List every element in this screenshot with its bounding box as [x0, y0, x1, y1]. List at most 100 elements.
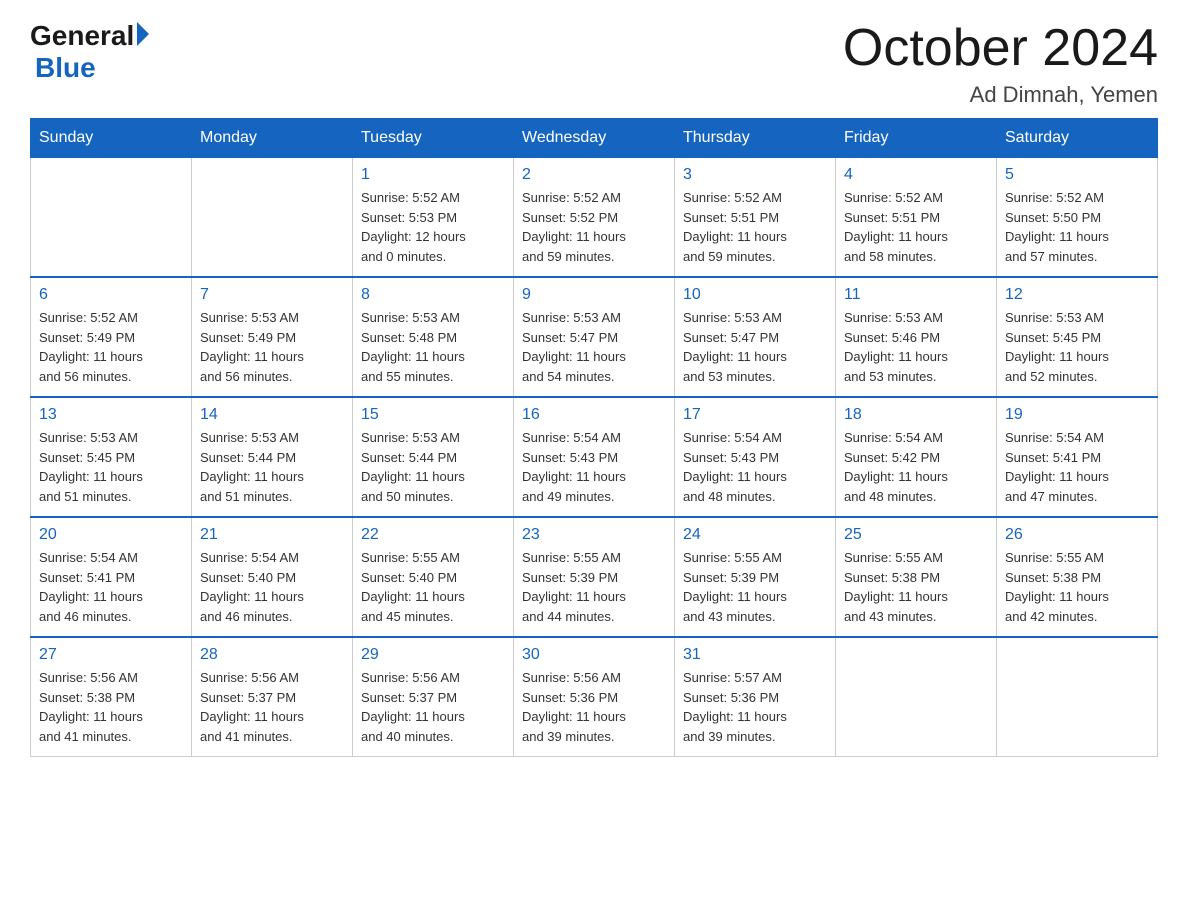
- day-info: Sunrise: 5:52 AMSunset: 5:51 PMDaylight:…: [844, 188, 988, 266]
- day-info: Sunrise: 5:52 AMSunset: 5:50 PMDaylight:…: [1005, 188, 1149, 266]
- calendar-cell: [997, 637, 1158, 757]
- day-number: 19: [1005, 406, 1149, 424]
- calendar-cell: 8 Sunrise: 5:53 AMSunset: 5:48 PMDaylight…: [353, 277, 514, 397]
- day-number: 2: [522, 166, 666, 184]
- day-number: 13: [39, 406, 183, 424]
- day-number: 6: [39, 286, 183, 304]
- day-info: Sunrise: 5:55 AMSunset: 5:39 PMDaylight:…: [683, 548, 827, 626]
- calendar-cell: 2 Sunrise: 5:52 AMSunset: 5:52 PMDaylight…: [514, 158, 675, 278]
- calendar-cell: 30 Sunrise: 5:56 AMSunset: 5:36 PMDayligh…: [514, 637, 675, 757]
- calendar-cell: [836, 637, 997, 757]
- day-number: 11: [844, 286, 988, 304]
- calendar-cell: 7Sunrise: 5:53 AMSunset: 5:49 PMDaylight…: [192, 277, 353, 397]
- weekday-header-wednesday: Wednesday: [514, 119, 675, 158]
- calendar-cell: 18 Sunrise: 5:54 AMSunset: 5:42 PMDayligh…: [836, 397, 997, 517]
- calendar-cell: 22 Sunrise: 5:55 AMSunset: 5:40 PMDayligh…: [353, 517, 514, 637]
- calendar-cell: 14 Sunrise: 5:53 AMSunset: 5:44 PMDayligh…: [192, 397, 353, 517]
- day-number: 5: [1005, 166, 1149, 184]
- day-number: 12: [1005, 286, 1149, 304]
- calendar-cell: 28 Sunrise: 5:56 AMSunset: 5:37 PMDayligh…: [192, 637, 353, 757]
- day-number: 24: [683, 526, 827, 544]
- day-info: Sunrise: 5:55 AMSunset: 5:39 PMDaylight:…: [522, 548, 666, 626]
- calendar-cell: 21 Sunrise: 5:54 AMSunset: 5:40 PMDayligh…: [192, 517, 353, 637]
- day-number: 7: [200, 286, 344, 304]
- day-info: Sunrise: 5:56 AMSunset: 5:36 PMDaylight:…: [522, 668, 666, 746]
- weekday-header-tuesday: Tuesday: [353, 119, 514, 158]
- day-info: Sunrise: 5:53 AMSunset: 5:48 PMDaylight:…: [361, 308, 505, 386]
- day-number: 9: [522, 286, 666, 304]
- calendar-cell: 5 Sunrise: 5:52 AMSunset: 5:50 PMDaylight…: [997, 158, 1158, 278]
- page-header: General Blue October 2024 Ad Dimnah, Yem…: [30, 20, 1158, 108]
- calendar-cell: [31, 158, 192, 278]
- day-info: Sunrise: 5:53 AMSunset: 5:47 PMDaylight:…: [683, 308, 827, 386]
- day-info: Sunrise: 5:54 AMSunset: 5:42 PMDaylight:…: [844, 428, 988, 506]
- day-info: Sunrise: 5:52 AMSunset: 5:49 PMDaylight:…: [39, 308, 183, 386]
- calendar-cell: 12Sunrise: 5:53 AMSunset: 5:45 PMDayligh…: [997, 277, 1158, 397]
- calendar-cell: 6 Sunrise: 5:52 AMSunset: 5:49 PMDaylight…: [31, 277, 192, 397]
- calendar-cell: 17Sunrise: 5:54 AMSunset: 5:43 PMDayligh…: [675, 397, 836, 517]
- weekday-header-thursday: Thursday: [675, 119, 836, 158]
- calendar-week-row: 6 Sunrise: 5:52 AMSunset: 5:49 PMDaylight…: [31, 277, 1158, 397]
- day-info: Sunrise: 5:57 AMSunset: 5:36 PMDaylight:…: [683, 668, 827, 746]
- day-number: 21: [200, 526, 344, 544]
- day-info: Sunrise: 5:53 AMSunset: 5:44 PMDaylight:…: [200, 428, 344, 506]
- day-number: 3: [683, 166, 827, 184]
- calendar-cell: 27 Sunrise: 5:56 AMSunset: 5:38 PMDayligh…: [31, 637, 192, 757]
- calendar-cell: 13 Sunrise: 5:53 AMSunset: 5:45 PMDayligh…: [31, 397, 192, 517]
- title-area: October 2024 Ad Dimnah, Yemen: [843, 20, 1158, 108]
- day-info: Sunrise: 5:56 AMSunset: 5:37 PMDaylight:…: [200, 668, 344, 746]
- day-number: 27: [39, 646, 183, 664]
- day-info: Sunrise: 5:56 AMSunset: 5:38 PMDaylight:…: [39, 668, 183, 746]
- day-number: 17: [683, 406, 827, 424]
- day-number: 18: [844, 406, 988, 424]
- day-info: Sunrise: 5:52 AMSunset: 5:51 PMDaylight:…: [683, 188, 827, 266]
- day-info: Sunrise: 5:55 AMSunset: 5:38 PMDaylight:…: [844, 548, 988, 626]
- calendar-cell: 11 Sunrise: 5:53 AMSunset: 5:46 PMDayligh…: [836, 277, 997, 397]
- day-info: Sunrise: 5:53 AMSunset: 5:45 PMDaylight:…: [39, 428, 183, 506]
- calendar-cell: 9Sunrise: 5:53 AMSunset: 5:47 PMDaylight…: [514, 277, 675, 397]
- calendar-table: SundayMondayTuesdayWednesdayThursdayFrid…: [30, 118, 1158, 757]
- day-number: 22: [361, 526, 505, 544]
- day-number: 16: [522, 406, 666, 424]
- day-number: 14: [200, 406, 344, 424]
- calendar-cell: 4 Sunrise: 5:52 AMSunset: 5:51 PMDaylight…: [836, 158, 997, 278]
- day-number: 1: [361, 166, 505, 184]
- day-info: Sunrise: 5:55 AMSunset: 5:40 PMDaylight:…: [361, 548, 505, 626]
- weekday-header-saturday: Saturday: [997, 119, 1158, 158]
- day-info: Sunrise: 5:53 AMSunset: 5:46 PMDaylight:…: [844, 308, 988, 386]
- day-number: 20: [39, 526, 183, 544]
- day-number: 31: [683, 646, 827, 664]
- calendar-cell: 15 Sunrise: 5:53 AMSunset: 5:44 PMDayligh…: [353, 397, 514, 517]
- day-info: Sunrise: 5:54 AMSunset: 5:43 PMDaylight:…: [522, 428, 666, 506]
- calendar-cell: 26Sunrise: 5:55 AMSunset: 5:38 PMDayligh…: [997, 517, 1158, 637]
- day-number: 8: [361, 286, 505, 304]
- day-number: 26: [1005, 526, 1149, 544]
- day-info: Sunrise: 5:53 AMSunset: 5:44 PMDaylight:…: [361, 428, 505, 506]
- calendar-cell: [192, 158, 353, 278]
- day-number: 30: [522, 646, 666, 664]
- day-info: Sunrise: 5:54 AMSunset: 5:40 PMDaylight:…: [200, 548, 344, 626]
- month-title: October 2024: [843, 20, 1158, 77]
- weekday-header-friday: Friday: [836, 119, 997, 158]
- logo: General Blue: [30, 20, 149, 84]
- calendar-cell: 24 Sunrise: 5:55 AMSunset: 5:39 PMDayligh…: [675, 517, 836, 637]
- calendar-cell: 20Sunrise: 5:54 AMSunset: 5:41 PMDayligh…: [31, 517, 192, 637]
- day-number: 28: [200, 646, 344, 664]
- day-info: Sunrise: 5:56 AMSunset: 5:37 PMDaylight:…: [361, 668, 505, 746]
- calendar-cell: 31 Sunrise: 5:57 AMSunset: 5:36 PMDayligh…: [675, 637, 836, 757]
- calendar-week-row: 20Sunrise: 5:54 AMSunset: 5:41 PMDayligh…: [31, 517, 1158, 637]
- day-info: Sunrise: 5:52 AMSunset: 5:52 PMDaylight:…: [522, 188, 666, 266]
- day-number: 4: [844, 166, 988, 184]
- calendar-week-row: 27 Sunrise: 5:56 AMSunset: 5:38 PMDayligh…: [31, 637, 1158, 757]
- calendar-cell: 19 Sunrise: 5:54 AMSunset: 5:41 PMDayligh…: [997, 397, 1158, 517]
- day-info: Sunrise: 5:54 AMSunset: 5:41 PMDaylight:…: [1005, 428, 1149, 506]
- day-number: 15: [361, 406, 505, 424]
- day-number: 25: [844, 526, 988, 544]
- weekday-header-sunday: Sunday: [31, 119, 192, 158]
- calendar-cell: 10Sunrise: 5:53 AMSunset: 5:47 PMDayligh…: [675, 277, 836, 397]
- day-info: Sunrise: 5:52 AMSunset: 5:53 PMDaylight:…: [361, 188, 505, 266]
- calendar-cell: 1 Sunrise: 5:52 AMSunset: 5:53 PMDaylight…: [353, 158, 514, 278]
- day-number: 29: [361, 646, 505, 664]
- calendar-cell: 29 Sunrise: 5:56 AMSunset: 5:37 PMDayligh…: [353, 637, 514, 757]
- calendar-header-row: SundayMondayTuesdayWednesdayThursdayFrid…: [31, 119, 1158, 158]
